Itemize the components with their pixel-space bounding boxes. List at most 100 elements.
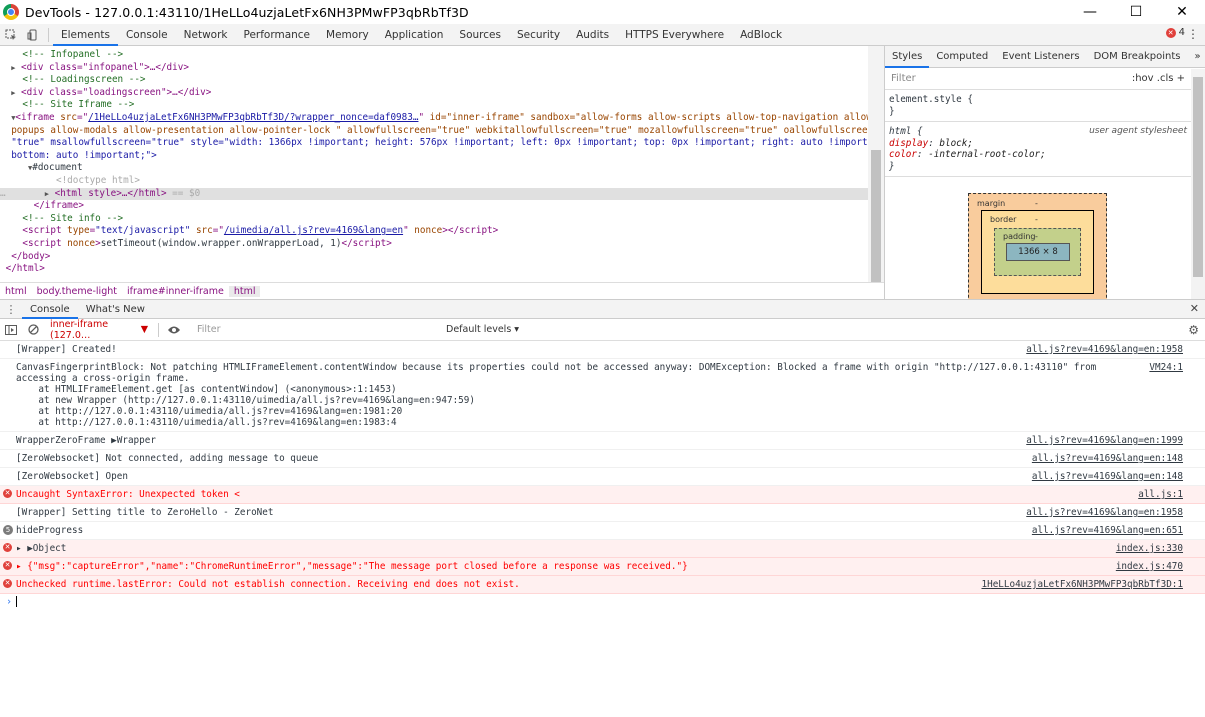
chrome-icon [3,4,19,20]
dom-node-selected[interactable]: … ▶ <html style>…</html> == $0 [0,187,868,201]
dom-node[interactable]: ▶ <div class="loadingscreen">…</div> [0,87,868,100]
source-link[interactable]: all.js:1 [1138,489,1183,500]
dom-node[interactable]: </iframe> [0,200,868,213]
close-window-button[interactable]: ✕ [1159,0,1205,24]
breadcrumb-item[interactable]: body.theme-light [32,286,122,297]
source-link[interactable]: all.js?rev=4169&lang=en:1958 [1026,507,1183,518]
rule-brace: } [889,105,895,117]
padding-label: padding [1003,232,1036,241]
sidebar-toggle-icon[interactable] [0,319,22,341]
dom-node[interactable]: <!-- Site info --> [0,213,868,226]
scrollbar-thumb[interactable] [871,150,881,302]
console-message[interactable]: [Wrapper] Created! all.js?rev=4169&lang=e… [0,341,1205,359]
source-link[interactable]: VM24:1 [1149,362,1183,373]
console-message[interactable]: WrapperZeroFrame ▶Wrapper all.js?rev=4169… [0,432,1205,450]
console-error[interactable]: ✕ Unchecked runtime.lastError: Could not … [0,576,1205,594]
tab-whats-new[interactable]: What's New [78,300,153,319]
source-link[interactable]: all.js?rev=4169&lang=en:1999 [1026,435,1183,446]
dom-node: "true" msallowfullscreen="true" style="w… [11,137,868,149]
more-tabs-button[interactable]: » [1187,46,1205,68]
console-error[interactable]: ✕ ▸ ▶Object index.js:330 [0,540,1205,558]
console-error[interactable]: ✕ Uncaught SyntaxError: Unexpected token … [0,486,1205,504]
scrollbar-thumb[interactable] [1193,77,1203,277]
box-model-padding[interactable]: padding - 1366 × 8 [994,228,1081,276]
dom-node[interactable]: </html> [0,263,868,276]
tab-sources[interactable]: Sources [451,24,509,46]
device-toolbar-icon[interactable] [22,24,44,46]
dom-node[interactable]: <script nonce>setTimeout(window.wrapper.… [0,238,868,251]
elements-scrollbar[interactable] [868,46,884,302]
breadcrumb-item[interactable]: html [0,286,32,297]
console-error[interactable]: ✕ ▸ {"msg":"captureError","name":"ChromeR… [0,558,1205,576]
source-link[interactable]: all.js?rev=4169&lang=en:1958 [1026,344,1183,355]
close-drawer-button[interactable]: ✕ [1190,302,1199,315]
styles-filter-tools[interactable]: :hov .cls + [1132,73,1185,84]
console-message[interactable]: 5 hideProgress all.js?rev=4169&lang=en:651 [0,522,1205,540]
text-caret [16,596,18,607]
tab-console-drawer[interactable]: Console [22,299,78,319]
source-link[interactable]: index.js:470 [1116,561,1183,572]
styles-pane: Styles Computed Event Listeners DOM Brea… [884,46,1205,299]
inspect-element-icon[interactable] [0,24,22,46]
error-counter[interactable]: ✕ 4 [1165,27,1185,38]
box-model-content[interactable]: 1366 × 8 [1006,243,1070,261]
tab-computed[interactable]: Computed [929,46,995,68]
box-model-margin[interactable]: margin - border - padding - 1366 × 8 [968,193,1107,299]
dom-tree[interactable]: <!-- Infopanel --> ▶ <div class="infopan… [0,46,868,282]
margin-value: - [1035,199,1038,208]
dom-node[interactable]: <!-- Site Iframe --> [0,99,868,112]
tab-memory[interactable]: Memory [318,24,377,46]
dom-node[interactable]: ▼<iframe src="/1HeLLo4uzjaLetFx6NH3PMwFP… [0,112,868,125]
more-options-icon[interactable]: ⋮ [1187,27,1199,41]
tab-performance[interactable]: Performance [235,24,318,46]
tab-audits[interactable]: Audits [568,24,617,46]
dom-node[interactable]: <!-- Loadingscreen --> [0,74,868,87]
dom-node[interactable]: <script type="text/javascript" src="/uim… [0,225,868,238]
eye-icon[interactable] [163,319,185,341]
breadcrumb-item-current[interactable]: html [228,285,261,297]
source-link[interactable]: 1HeLLo4uzjaLetFx6NH3PMwFP3qbRbTf3D:1 [982,579,1184,590]
console-settings-gear-icon[interactable]: ⚙ [1188,323,1199,337]
console-message[interactable]: [ZeroWebsocket] Not connected, adding me… [0,450,1205,468]
tab-dom-breakpoints[interactable]: DOM Breakpoints [1087,46,1188,68]
tab-application[interactable]: Application [377,24,452,46]
styles-filter-input[interactable]: Filter [891,73,916,84]
tab-console[interactable]: Console [118,24,176,46]
css-property: display [889,137,929,149]
console-filter-input[interactable]: Filter [191,322,446,338]
dom-node[interactable]: </body> [0,251,868,264]
console-message[interactable]: [Wrapper] Setting title to ZeroHello - Z… [0,504,1205,522]
maximize-button[interactable]: ☐ [1113,0,1159,24]
chevron-down-icon: ▼ [140,324,148,335]
tab-https-everywhere[interactable]: HTTPS Everywhere [617,24,732,46]
source-link[interactable]: all.js?rev=4169&lang=en:148 [1032,453,1183,464]
log-levels-dropdown[interactable]: Default levels ▾ [446,324,519,335]
dom-node[interactable]: ▶ <div class="infopanel">…</div> [0,62,868,75]
tab-security[interactable]: Security [509,24,568,46]
box-model-border[interactable]: border - padding - 1366 × 8 [981,210,1094,294]
dom-node[interactable]: ▼#document [0,162,868,175]
source-link[interactable]: index.js:330 [1116,543,1183,554]
source-link[interactable]: all.js?rev=4169&lang=en:651 [1032,525,1183,536]
tab-elements[interactable]: Elements [53,23,118,46]
html-style-rule[interactable]: user agent stylesheet html { display: bl… [885,122,1205,177]
styles-scrollbar[interactable] [1191,69,1205,299]
console-message[interactable]: CanvasFingerprintBlock: Not patching HTM… [0,359,1205,432]
console-toolbar: inner-iframe (127.0… ▼ Filter Default le… [0,319,1205,341]
minimize-button[interactable]: — [1067,0,1113,24]
dom-node[interactable]: <!doctype html> [0,175,868,188]
tab-network[interactable]: Network [176,24,236,46]
console-prompt[interactable]: › [0,594,1205,610]
context-selector[interactable]: inner-iframe (127.0… ▼ [44,319,154,341]
source-link[interactable]: all.js?rev=4169&lang=en:148 [1032,471,1183,482]
console-message[interactable]: [ZeroWebsocket] Open all.js?rev=4169&lang… [0,468,1205,486]
element-style-rule[interactable]: element.style { } [885,90,1205,122]
tab-adblock[interactable]: AdBlock [732,24,790,46]
drawer-menu-icon[interactable]: ⋮ [0,298,22,320]
tab-styles[interactable]: Styles [885,46,930,68]
error-icon: ✕ [3,543,12,552]
tab-event-listeners[interactable]: Event Listeners [995,46,1086,68]
breadcrumb-item[interactable]: iframe#inner-iframe [122,286,229,297]
clear-console-icon[interactable] [22,319,44,341]
dom-node[interactable]: <!-- Infopanel --> [0,49,868,62]
